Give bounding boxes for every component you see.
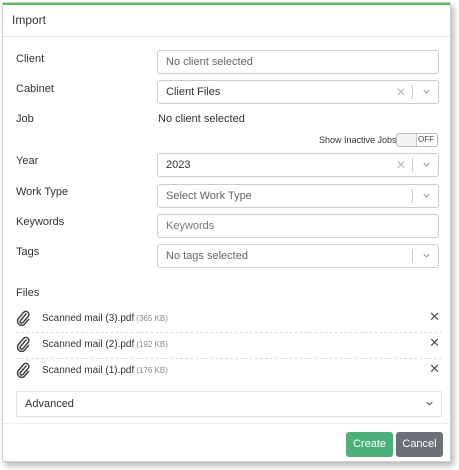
keywords-label: Keywords (16, 216, 65, 228)
create-button[interactable]: Create (346, 432, 393, 457)
file-name-text: Scanned mail (1).pdf (42, 365, 135, 376)
file-row: Scanned mail (1).pdf (176 KB) ✕ (16, 359, 442, 385)
chevron-down-icon[interactable] (423, 88, 430, 95)
job-label: Job (16, 113, 34, 125)
file-name: Scanned mail (1).pdf (176 KB) (42, 365, 168, 376)
cabinet-select[interactable]: Client Files ✕ (157, 80, 439, 104)
show-inactive-jobs-label: Show Inactive Jobs (319, 135, 397, 145)
paperclip-icon (16, 310, 30, 326)
cancel-button[interactable]: Cancel (396, 432, 443, 457)
tags-select[interactable]: No tags selected (157, 244, 439, 268)
cabinet-clear-icon[interactable]: ✕ (396, 81, 406, 103)
chevron-down-icon[interactable] (423, 252, 430, 259)
keywords-input[interactable] (157, 214, 439, 238)
year-value: 2023 (166, 159, 191, 171)
tags-placeholder: No tags selected (166, 250, 248, 262)
client-placeholder: No client selected (166, 56, 253, 68)
remove-file-icon[interactable]: ✕ (429, 309, 440, 325)
toggle-state: OFF (418, 135, 434, 144)
chevron-down-icon[interactable] (426, 401, 433, 406)
client-field[interactable]: No client selected (157, 50, 439, 74)
toggle-knob (397, 134, 417, 146)
year-clear-icon[interactable]: ✕ (396, 154, 406, 176)
work-type-divider (412, 189, 413, 203)
advanced-label: Advanced (25, 398, 74, 410)
file-name: Scanned mail (3).pdf (365 KB) (42, 313, 168, 324)
year-divider (412, 158, 413, 172)
work-type-label: Work Type (16, 186, 69, 198)
file-size: (176 KB) (136, 366, 168, 375)
client-label: Client (16, 53, 45, 65)
year-label: Year (16, 155, 39, 167)
file-row: Scanned mail (3).pdf (365 KB) ✕ (16, 307, 442, 333)
files-label: Files (16, 287, 40, 299)
import-dialog: Import Client No client selected Cabinet… (2, 2, 451, 462)
tags-label: Tags (16, 246, 40, 258)
work-type-select[interactable]: Select Work Type (157, 184, 439, 208)
file-name-text: Scanned mail (3).pdf (42, 313, 135, 324)
file-row: Scanned mail (2).pdf (192 KB) ✕ (16, 333, 442, 359)
footer-divider (3, 423, 450, 424)
file-size: (365 KB) (136, 314, 168, 323)
chevron-down-icon[interactable] (423, 192, 430, 199)
remove-file-icon[interactable]: ✕ (429, 361, 440, 377)
cabinet-label: Cabinet (16, 83, 54, 95)
work-type-placeholder: Select Work Type (166, 190, 252, 202)
remove-file-icon[interactable]: ✕ (429, 335, 440, 351)
paperclip-icon (16, 336, 30, 352)
file-size: (192 KB) (136, 340, 168, 349)
advanced-section[interactable]: Advanced (16, 391, 442, 417)
cabinet-value: Client Files (166, 86, 221, 98)
job-value: No client selected (158, 113, 245, 125)
paperclip-icon (16, 362, 30, 378)
file-name-text: Scanned mail (2).pdf (42, 339, 135, 350)
year-select[interactable]: 2023 ✕ (157, 153, 439, 177)
tags-divider (412, 249, 413, 263)
dialog-title: Import (3, 5, 450, 37)
cabinet-divider (412, 85, 413, 99)
file-name: Scanned mail (2).pdf (192 KB) (42, 339, 168, 350)
show-inactive-jobs-toggle[interactable]: OFF (396, 133, 438, 147)
chevron-down-icon[interactable] (423, 161, 430, 168)
